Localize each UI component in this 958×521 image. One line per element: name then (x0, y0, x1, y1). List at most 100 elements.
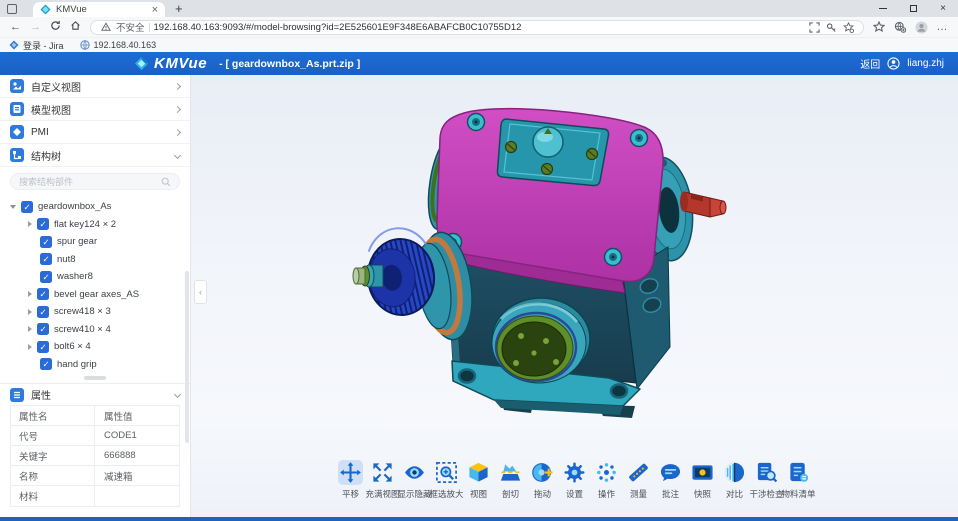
url-text[interactable]: 192.168.40.163:9093/#/model-browsing?id=… (154, 22, 804, 33)
brand-title: KMVue (154, 55, 207, 72)
property-value: CODE1 (95, 426, 179, 445)
tool-show-hide[interactable]: 显示隐藏 (400, 460, 430, 500)
back-button[interactable]: 返回 (860, 56, 880, 71)
tool-section[interactable]: 剖切 (496, 460, 526, 500)
tree-caret-right-icon[interactable] (28, 291, 32, 297)
tool-interference-check[interactable]: 干涉检查 (752, 460, 782, 500)
tree-item[interactable]: ✓ screw410 × 4 (0, 321, 190, 339)
tool-view-cube[interactable]: 视图 (464, 460, 494, 500)
tree-caret-right-icon[interactable] (28, 344, 32, 350)
collections-icon[interactable] (869, 19, 889, 35)
tree-item-label: bolt6 × 4 (54, 341, 91, 352)
fullscreen-arrows-icon[interactable] (808, 21, 821, 34)
window-minimize-button[interactable] (868, 0, 898, 17)
bookmark-item[interactable]: 192.168.40.163 (80, 40, 157, 50)
tool-drag[interactable]: 拖动 (528, 460, 558, 500)
tree-item[interactable]: ✓ nut8 (0, 251, 190, 269)
sidebar-panel-header[interactable]: 自定义视图 (0, 75, 190, 98)
tree-caret-right-icon[interactable] (28, 326, 32, 332)
tree-checkbox[interactable]: ✓ (40, 236, 52, 248)
tree-item[interactable]: ✓bevel gear axes_AS (0, 286, 190, 304)
refresh-icon[interactable] (46, 18, 65, 36)
pan-icon (338, 460, 363, 485)
tree-item[interactable]: ✓ bolt6 × 4 (0, 338, 190, 356)
sidebar-panel-header[interactable]: 模型视图 (0, 98, 190, 121)
tree-item[interactable]: ✓hand grip (0, 356, 190, 374)
home-icon[interactable] (66, 18, 85, 36)
back-icon[interactable]: ← (6, 18, 25, 36)
globe-icon (80, 40, 90, 50)
sidebar-collapse-button[interactable]: ‹ (194, 280, 207, 304)
tree-caret-right-icon[interactable] (28, 309, 32, 315)
tree-checkbox[interactable]: ✓ (37, 323, 49, 335)
viewer-toolbar: 平移充满视图显示隐藏框选放大视图剖切拖动设置操作测量批注快照对比干涉检查物料清单 (336, 460, 814, 500)
properties-table: 属性名属性值代号CODE1关键字666888名称减速箱材料 (10, 405, 180, 507)
document-name: - [ geardownbox_As.prt.zip ] (219, 58, 360, 70)
tool-label: 物料清单 (782, 488, 816, 500)
custom-view-icon (10, 79, 24, 93)
tab-workspaces-icon[interactable] (7, 4, 17, 14)
chevron-down-icon (174, 151, 181, 158)
url-field[interactable]: 不安全 192.168.40.163:9093/#/model-browsing… (90, 20, 864, 35)
sidebar-panel-header[interactable]: 结构树 (0, 144, 190, 167)
forward-icon[interactable]: → (26, 18, 45, 36)
tree-item-label: nut8 (57, 254, 76, 265)
tree-checkbox[interactable]: ✓ (37, 288, 49, 300)
security-label[interactable]: 不安全 (116, 20, 145, 34)
window-close-button[interactable]: × (928, 0, 958, 17)
model-viewport[interactable]: ‹ (191, 75, 958, 517)
password-key-icon[interactable] (825, 21, 838, 34)
tree-checkbox[interactable]: ✓ (37, 218, 49, 230)
tool-label: 平移 (342, 488, 359, 500)
new-tab-button[interactable]: + (175, 2, 183, 15)
bottom-accent-strip (0, 517, 958, 521)
tree-item[interactable]: ✓geardownbox_As (0, 198, 190, 216)
tree-caret-right-icon[interactable] (28, 221, 32, 227)
properties-row: 关键字666888 (11, 446, 179, 466)
tool-measure[interactable]: 测量 (624, 460, 654, 500)
tool-snapshot[interactable]: 快照 (688, 460, 718, 500)
sidebar-scrollbar[interactable] (185, 271, 189, 443)
settings-more-icon[interactable]: … (932, 19, 952, 35)
profile-avatar[interactable] (911, 19, 931, 35)
tree-item[interactable]: ✓flat key124 × 2 (0, 216, 190, 234)
tree-item-label: screw410 × 4 (54, 324, 111, 335)
tree-checkbox[interactable]: ✓ (21, 201, 33, 213)
tool-bom[interactable]: 物料清单 (784, 460, 814, 500)
tree-item[interactable]: ✓screw418 × 3 (0, 303, 190, 321)
browser-essentials-icon[interactable] (890, 19, 910, 35)
window-maximize-button[interactable] (898, 0, 928, 17)
tree-item[interactable]: ✓ spur gear (0, 233, 190, 251)
properties-panel-header[interactable]: 属性 (0, 383, 190, 405)
bookmark-item[interactable]: 登录 - Jira (9, 39, 64, 52)
resize-handle[interactable] (84, 376, 106, 380)
browser-tab[interactable]: KMVue × (33, 2, 165, 17)
sidebar-panel-header[interactable]: PMI (0, 121, 190, 144)
browser-address-bar: ← → 不安全 192.168.40.163:9093/#/model-brow… (0, 17, 958, 37)
tree-checkbox[interactable]: ✓ (40, 271, 52, 283)
tool-operate[interactable]: 操作 (592, 460, 622, 500)
tree-checkbox[interactable]: ✓ (37, 341, 49, 353)
drag-icon (530, 460, 555, 485)
model-3d-gearbox[interactable] (351, 89, 751, 469)
tree-item-label: spur gear (57, 236, 97, 247)
tool-settings[interactable]: 设置 (560, 460, 590, 500)
tool-fit-view[interactable]: 充满视图 (368, 460, 398, 500)
tool-annotate[interactable]: 批注 (656, 460, 686, 500)
tool-compare[interactable]: 对比 (720, 460, 750, 500)
tree-checkbox[interactable]: ✓ (40, 253, 52, 265)
tree-caret-down-icon[interactable] (10, 205, 16, 209)
tool-box-zoom[interactable]: 框选放大 (432, 460, 462, 500)
property-value (95, 486, 179, 506)
username-label[interactable]: liang.zhj (907, 58, 944, 69)
interference-check-icon (754, 460, 779, 485)
tool-label: 批注 (662, 488, 679, 500)
favorites-star-icon[interactable] (842, 21, 855, 34)
structure-search-input[interactable]: 搜索结构部件 (10, 173, 180, 190)
show-hide-icon (402, 460, 427, 485)
tree-item[interactable]: ✓washer8 (0, 268, 190, 286)
tree-checkbox[interactable]: ✓ (40, 358, 52, 370)
tool-pan[interactable]: 平移 (336, 460, 366, 500)
tab-close-icon[interactable]: × (152, 5, 158, 15)
tree-checkbox[interactable]: ✓ (37, 306, 49, 318)
